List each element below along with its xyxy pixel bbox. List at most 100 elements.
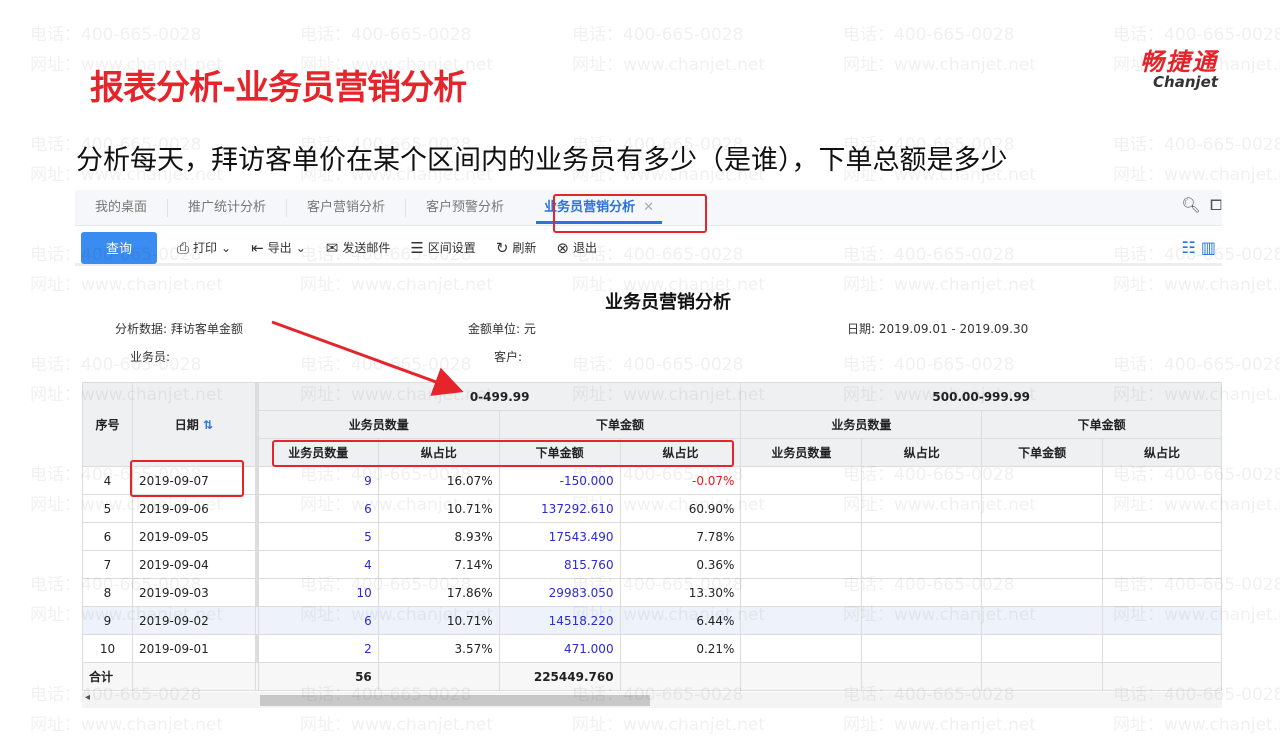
query-button[interactable]: 查询	[81, 231, 157, 264]
group-header: 下单金额	[498, 410, 742, 439]
cell-count[interactable]: 5	[257, 522, 379, 551]
refresh-label: 刷新	[512, 241, 537, 255]
cell-pct: 7.14%	[377, 550, 500, 579]
cell-count[interactable]: 10	[257, 578, 379, 607]
cell-amount[interactable]: 815.760	[498, 550, 621, 579]
cell-date: 2019-09-07	[131, 466, 256, 495]
chevron-down-icon: ⌄	[221, 240, 232, 255]
sort-icon[interactable]: ⇅	[203, 418, 213, 432]
cell-pct: 16.07%	[377, 466, 500, 495]
subheader: 纵占比	[377, 438, 500, 467]
tab-customer-alert[interactable]: 客户预警分析	[406, 199, 524, 217]
tab-desktop[interactable]: 我的桌面	[75, 198, 169, 217]
cell-date: 2019-09-03	[131, 578, 256, 607]
window-icon[interactable]: ⧠	[1210, 196, 1222, 214]
cell-amount[interactable]: 137292.610	[498, 494, 621, 523]
tab-label: 业务员营销分析	[544, 199, 636, 215]
cell-count[interactable]: 4	[257, 550, 379, 579]
total-count: 56	[257, 662, 379, 691]
table-row[interactable]: 9 2019-09-02 6 10.71% 14518.220 6.44%	[82, 606, 1222, 635]
cell-no: 4	[82, 466, 133, 495]
scrollbar-thumb[interactable]	[260, 695, 650, 706]
export-label: 导出	[267, 241, 292, 255]
horizontal-scrollbar[interactable]: ◂	[82, 692, 1222, 708]
toolbar: 查询 ⎙ 打印 ⌄ ⇤ 导出 ⌄ ✉ 发送邮件 ☰ 区间设置 ↻ 刷新 ⊗ 退出 ☷ ▥	[75, 231, 1222, 266]
cell-count[interactable]: 6	[257, 494, 379, 523]
slide-title: 报表分析-业务员营销分析	[90, 68, 467, 108]
refresh-button[interactable]: ↻ 刷新	[496, 239, 537, 257]
table-row[interactable]: 7 2019-09-04 4 7.14% 815.760 0.36%	[82, 550, 1222, 579]
cell-amount-pct: 6.44%	[619, 606, 742, 635]
search-icon[interactable]: 🔍︎	[1181, 196, 1200, 214]
cell-amount[interactable]: 14518.220	[498, 606, 621, 635]
filter-salesman: 业务员:	[130, 350, 171, 364]
close-circle-icon: ⊗	[556, 238, 569, 257]
cell-amount[interactable]: 17543.490	[498, 522, 621, 551]
cell-no: 6	[82, 522, 133, 551]
table-row[interactable]: 5 2019-09-06 6 10.71% 137292.610 60.90%	[82, 494, 1222, 523]
subheader: 业务员数量	[257, 438, 379, 467]
refresh-icon: ↻	[495, 238, 509, 257]
cell-count[interactable]: 2	[257, 634, 379, 663]
close-icon[interactable]: ✕	[643, 200, 654, 215]
header-date[interactable]: 日期 ⇅	[131, 382, 256, 467]
list-icon: ☰	[410, 238, 424, 257]
cell-amount-pct: 60.90%	[619, 494, 742, 523]
range-settings-button[interactable]: ☰ 区间设置	[410, 239, 475, 257]
watermark: 电话：400-665-0028网址：www.chanjet.net	[843, 25, 1037, 75]
group-header: 下单金额	[981, 410, 1222, 439]
logo-en: Chanjet	[1153, 73, 1218, 91]
cell-no: 7	[82, 550, 133, 579]
tab-salesman-marketing[interactable]: 业务员营销分析 ✕	[524, 190, 674, 226]
logo-cn: 畅捷通	[1140, 48, 1218, 76]
cell-no: 9	[82, 606, 133, 635]
cell-amount[interactable]: -150.000	[498, 466, 621, 495]
header-no: 序号	[82, 382, 133, 467]
subheader: 纵占比	[619, 438, 742, 467]
exit-button[interactable]: ⊗ 退出	[556, 239, 597, 257]
subheader: 下单金额	[498, 438, 621, 467]
print-button[interactable]: ⎙ 打印 ⌄	[177, 239, 231, 257]
cell-date: 2019-09-02	[131, 606, 256, 635]
filter-date: 日期: 2019.09.01 - 2019.09.30	[847, 322, 1029, 336]
chevron-down-icon: ⌄	[295, 240, 306, 255]
table-row[interactable]: 8 2019-09-03 10 17.86% 29983.050 13.30%	[82, 578, 1222, 607]
cell-amount-pct: 0.21%	[619, 634, 742, 663]
export-button[interactable]: ⇤ 导出 ⌄	[251, 239, 306, 257]
cell-pct: 8.93%	[377, 522, 500, 551]
tab-customer-marketing[interactable]: 客户营销分析	[287, 198, 407, 217]
cell-date: 2019-09-04	[131, 550, 256, 579]
cell-count[interactable]: 6	[257, 606, 379, 635]
cell-count[interactable]: 9	[257, 466, 379, 495]
cell-amount[interactable]: 29983.050	[498, 578, 621, 607]
table-row[interactable]: 10 2019-09-01 2 3.57% 471.000 0.21%	[82, 634, 1222, 663]
range-header: 500.00-999.99	[740, 382, 1222, 411]
app-screenshot: 我的桌面 推广统计分析 客户营销分析 客户预警分析 业务员营销分析 ✕ 🔍︎ ⧠ …	[75, 190, 1222, 710]
cell-pct: 10.71%	[377, 494, 500, 523]
cell-no: 8	[82, 578, 133, 607]
cell-date: 2019-09-06	[131, 494, 256, 523]
filter-analysis: 分析数据: 拜访客单金额	[115, 322, 243, 336]
subheader: 纵占比	[1102, 438, 1222, 467]
scroll-left-icon[interactable]: ◂	[85, 692, 90, 703]
mail-icon: ✉	[325, 238, 339, 257]
cell-amount[interactable]: 471.000	[498, 634, 621, 663]
email-button[interactable]: ✉ 发送邮件	[326, 239, 391, 257]
tab-promo-stats[interactable]: 推广统计分析	[168, 198, 288, 217]
chart-view-icon[interactable]: ▥	[1201, 238, 1216, 257]
cell-no: 10	[82, 634, 133, 663]
cell-pct: 10.71%	[377, 606, 500, 635]
group-header: 业务员数量	[740, 410, 983, 439]
watermark: 电话：400-665-0028网址：www.chanjet.net	[1113, 135, 1280, 185]
watermark: 电话：400-665-0028网址：www.chanjet.net	[572, 25, 766, 75]
group-header: 业务员数量	[257, 410, 500, 439]
list-view-icon[interactable]: ☷	[1181, 238, 1195, 257]
chanjet-logo: 畅捷通 Chanjet	[1088, 42, 1218, 91]
total-label: 合计	[82, 662, 133, 691]
subheader: 业务员数量	[740, 438, 863, 467]
cell-date: 2019-09-01	[131, 634, 256, 663]
table-row[interactable]: 6 2019-09-05 5 8.93% 17543.490 7.78%	[82, 522, 1222, 551]
subheader: 纵占比	[861, 438, 983, 467]
table-row[interactable]: 4 2019-09-07 9 16.07% -150.000 -0.07%	[82, 466, 1222, 495]
print-label: 打印	[193, 241, 218, 255]
